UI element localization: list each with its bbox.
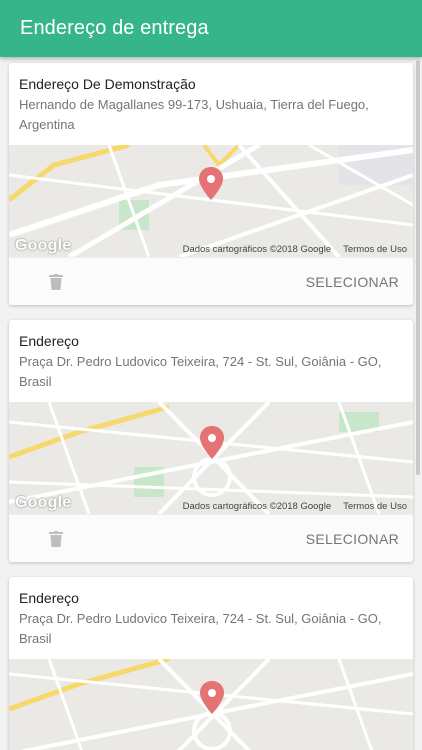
page-title: Endereço de entrega bbox=[20, 17, 209, 39]
map-terms-link[interactable]: Termos de Uso bbox=[343, 501, 407, 512]
card-actions: SELECIONAR bbox=[9, 514, 413, 562]
address-name: Endereço bbox=[19, 333, 79, 349]
card-actions: SELECIONAR bbox=[9, 257, 413, 305]
map-footer: Dados cartográficos ©2018 Google Termos … bbox=[9, 241, 413, 257]
address-map[interactable]: Google Dados cartográficos ©2018 Google … bbox=[9, 402, 413, 514]
address-map[interactable] bbox=[9, 659, 413, 750]
scrollbar[interactable] bbox=[416, 60, 420, 475]
address-info: Endereço Praça Dr. Pedro Ludovico Teixei… bbox=[9, 577, 413, 659]
address-info: Endereço Praça Dr. Pedro Ludovico Teixei… bbox=[9, 320, 413, 402]
address-name: Endereço bbox=[19, 590, 79, 606]
map-footer: Dados cartográficos ©2018 Google Termos … bbox=[9, 498, 413, 514]
map-attribution: Dados cartográficos ©2018 Google bbox=[182, 243, 332, 255]
address-card: Endereço Praça Dr. Pedro Ludovico Teixei… bbox=[9, 577, 413, 750]
trash-icon[interactable] bbox=[49, 273, 63, 290]
address-card: Endereço De Demonstração Hernando de Mag… bbox=[9, 63, 413, 305]
address-text: Praça Dr. Pedro Ludovico Teixeira, 724 -… bbox=[19, 611, 382, 646]
select-button[interactable]: SELECIONAR bbox=[298, 268, 407, 296]
select-button[interactable]: SELECIONAR bbox=[298, 525, 407, 553]
address-card: Endereço Praça Dr. Pedro Ludovico Teixei… bbox=[9, 320, 413, 562]
address-text: Hernando de Magallanes 99-173, Ushuaia, … bbox=[19, 97, 369, 132]
map-terms-link[interactable]: Termos de Uso bbox=[343, 244, 407, 255]
address-info: Endereço De Demonstração Hernando de Mag… bbox=[9, 63, 413, 145]
address-name: Endereço De Demonstração bbox=[19, 76, 196, 92]
map-attribution: Dados cartográficos ©2018 Google bbox=[182, 500, 332, 512]
map-image bbox=[9, 659, 413, 750]
app-bar: Endereço de entrega bbox=[0, 0, 422, 57]
address-text: Praça Dr. Pedro Ludovico Teixeira, 724 -… bbox=[19, 354, 382, 389]
address-map[interactable]: Google Dados cartográficos ©2018 Google … bbox=[9, 145, 413, 257]
trash-icon[interactable] bbox=[49, 530, 63, 547]
